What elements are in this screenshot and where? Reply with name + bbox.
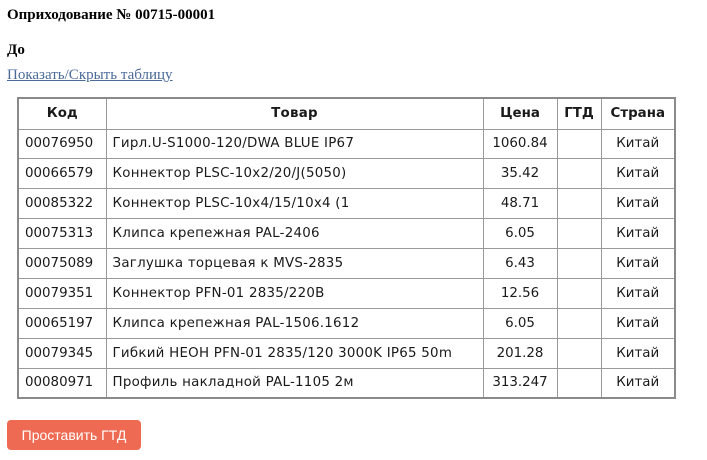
destination-label: До [7,42,25,58]
cell-name: Гибкий НЕОН PFN-01 2835/120 3000K IP65 5… [105,337,484,369]
table-row: 00076950 Гирл.U-S1000-120/DWA BLUE IP67 … [17,128,676,160]
cell-price: 313.247 [482,367,558,399]
header-code: Код [17,97,107,130]
cell-price: 201.28 [482,337,558,369]
cell-gtd [556,307,602,339]
cell-gtd [556,248,602,279]
table-row: 00079351 Коннектор PFN-01 2835/220B 12.5… [17,277,676,309]
cell-code: 00079345 [17,337,107,369]
items-table-body: 00076950 Гирл.U-S1000-120/DWA BLUE IP67 … [17,128,676,399]
cell-name: Коннектор PFN-01 2835/220B [105,277,484,309]
cell-price: 6.05 [482,307,558,339]
cell-price: 12.56 [482,277,558,309]
table-header-row: Код Товар Цена ГТД Страна [17,97,676,130]
cell-name: Профиль накладной PAL-1105 2м [105,367,484,399]
table-row: 00066579 Коннектор PLSC-10x2/20/J(5050) … [17,158,676,190]
cell-country: Китай [600,337,676,369]
cell-code: 00066579 [17,158,107,190]
cell-code: 00065197 [17,307,107,339]
table-row: 00079345 Гибкий НЕОН PFN-01 2835/120 300… [17,337,676,369]
header-price: Цена [482,97,558,130]
header-name: Товар [105,97,484,130]
set-gtd-button[interactable]: Проставить ГТД [7,420,141,450]
cell-gtd [556,277,602,309]
cell-gtd [556,218,602,250]
cell-price: 48.71 [482,188,558,220]
items-table: Код Товар Цена ГТД Страна 00076950 Гирл.… [17,97,676,400]
cell-price: 1060.84 [482,128,558,160]
items-table-wrapper: Код Товар Цена ГТД Страна 00076950 Гирл.… [17,97,676,400]
cell-country: Китай [600,277,676,309]
cell-country: Китай [600,128,676,160]
cell-gtd [556,367,602,399]
cell-code: 00080971 [17,367,107,399]
cell-country: Китай [600,307,676,339]
table-row: 00085322 Коннектор PLSC-10x4/15/10x4 (1 … [17,188,676,220]
table-row: 00075313 Клипса крепежная PAL-2406 6.05 … [17,218,676,250]
header-gtd: ГТД [556,97,602,130]
cell-country: Китай [600,218,676,250]
cell-code: 00085322 [17,188,107,220]
toggle-table-link[interactable]: Показать/Скрыть таблицу [7,66,173,84]
page: Оприходование № 00715-00001 До Показать/… [0,0,707,460]
cell-gtd [556,158,602,190]
cell-country: Китай [600,248,676,279]
table-row: 00065197 Клипса крепежная PAL-1506.1612 … [17,307,676,339]
cell-gtd [556,188,602,220]
cell-name: Заглушка торцевая к MVS-2835 [105,248,484,279]
cell-price: 35.42 [482,158,558,190]
table-row: 00080971 Профиль накладной PAL-1105 2м 3… [17,367,676,399]
cell-name: Клипса крепежная PAL-1506.1612 [105,307,484,339]
header-country: Страна [600,97,676,130]
cell-name: Коннектор PLSC-10x2/20/J(5050) [105,158,484,190]
cell-price: 6.05 [482,218,558,250]
cell-code: 00076950 [17,128,107,160]
cell-name: Гирл.U-S1000-120/DWA BLUE IP67 [105,128,484,160]
cell-gtd [556,337,602,369]
cell-code: 00075313 [17,218,107,250]
cell-country: Китай [600,158,676,190]
cell-code: 00075089 [17,248,107,279]
cell-country: Китай [600,188,676,220]
table-row: 00075089 Заглушка торцевая к MVS-2835 6.… [17,248,676,279]
cell-country: Китай [600,367,676,399]
cell-name: Коннектор PLSC-10x4/15/10x4 (1 [105,188,484,220]
cell-name: Клипса крепежная PAL-2406 [105,218,484,250]
cell-price: 6.43 [482,248,558,279]
cell-code: 00079351 [17,277,107,309]
items-table-head: Код Товар Цена ГТД Страна [17,97,676,130]
cell-gtd [556,128,602,160]
document-title: Оприходование № 00715-00001 [7,7,216,23]
